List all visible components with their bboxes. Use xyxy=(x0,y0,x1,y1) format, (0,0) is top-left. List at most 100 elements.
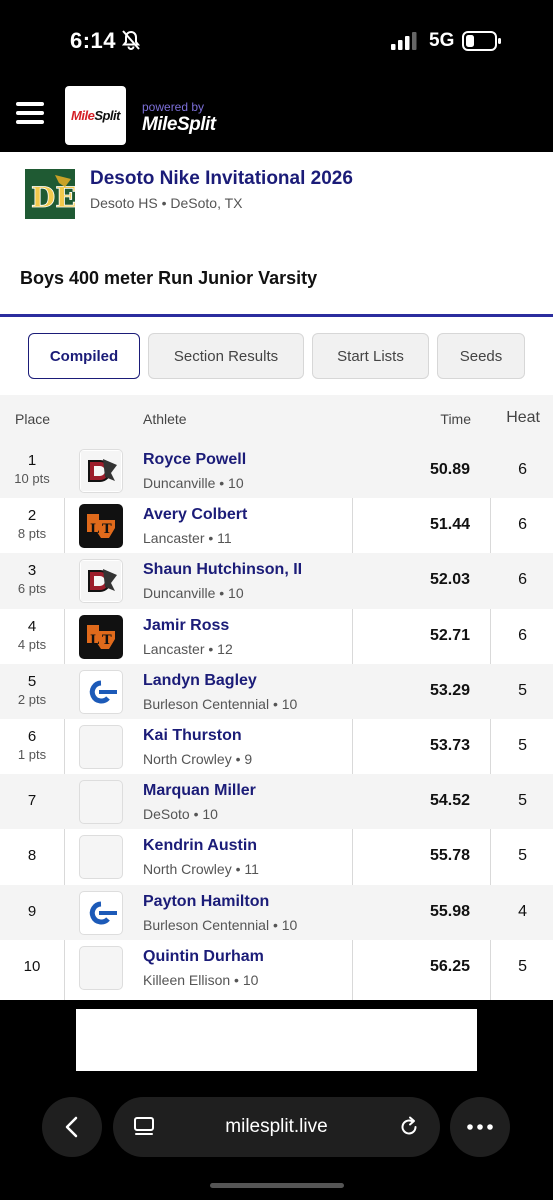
team-logo[interactable] xyxy=(79,835,123,880)
points-value: 6 pts xyxy=(17,581,47,597)
place-cell: 8 xyxy=(0,847,64,864)
athlete-name-link[interactable]: Royce Powell xyxy=(143,451,246,469)
heat-value: 6 xyxy=(518,461,527,478)
main-content: DE Desoto Nike Invitational 2026 Desoto … xyxy=(0,152,553,1000)
team-logo[interactable]: L T xyxy=(79,504,123,549)
header-place: Place xyxy=(15,411,51,427)
team-logo[interactable] xyxy=(79,945,123,990)
team-logo[interactable] xyxy=(79,724,123,769)
more-options-button[interactable] xyxy=(450,1097,510,1157)
meet-logo: DE xyxy=(25,169,75,219)
signal-icon xyxy=(391,32,417,50)
team-logo[interactable] xyxy=(79,449,123,493)
table-row[interactable]: 2 8 pts L T Avery Colbert Lancaster • 11… xyxy=(0,498,553,553)
points-value: 4 pts xyxy=(17,636,47,652)
athlete-name-link[interactable]: Quintin Durham xyxy=(143,948,264,966)
place-number: 4 xyxy=(27,617,37,635)
heat-value: 5 xyxy=(518,792,527,810)
place-cell: 9 xyxy=(0,903,64,920)
team-logo[interactable] xyxy=(79,780,123,825)
powered-by-logo: MileSplit xyxy=(142,114,216,135)
time-value: 55.98 xyxy=(429,902,470,920)
table-row[interactable]: 5 2 pts Landyn Bagley Burleson Centennia… xyxy=(0,663,553,719)
athlete-team-grade: Lancaster • 12 xyxy=(143,640,233,657)
athlete-team-grade: Lancaster • 11 xyxy=(143,530,232,547)
points-value: 10 pts xyxy=(14,471,50,486)
place-cell: 10 xyxy=(0,958,64,975)
svg-text:T: T xyxy=(102,633,112,648)
athlete-name-link[interactable]: Jamir Ross xyxy=(143,617,229,635)
heat-value: 5 xyxy=(518,736,527,754)
table-row[interactable]: 4 4 pts L T Jamir Ross Lancaster • 12 52… xyxy=(0,609,553,664)
table-row[interactable]: 3 6 pts Shaun Hutchinson, II Duncanville… xyxy=(0,553,553,609)
athlete-name-link[interactable]: Landyn Bagley xyxy=(143,672,257,690)
svg-text:DE: DE xyxy=(31,181,75,214)
hamburger-menu-icon[interactable] xyxy=(16,102,44,126)
athlete-name-link[interactable]: Payton Hamilton xyxy=(143,893,269,911)
time-value: 54.52 xyxy=(429,792,470,810)
status-time: 6:14 xyxy=(70,28,117,53)
place-cell: 6 1 pts xyxy=(0,728,64,762)
athlete-name-link[interactable]: Kendrin Austin xyxy=(143,837,257,855)
team-logo[interactable] xyxy=(79,559,123,604)
athlete-name-link[interactable]: Shaun Hutchinson, II xyxy=(143,561,302,579)
time-value: 53.29 xyxy=(429,681,470,699)
athlete-team-grade: Duncanville • 10 xyxy=(143,475,244,491)
time-value: 50.89 xyxy=(429,461,470,478)
points-value: 8 pts xyxy=(17,526,47,542)
table-row[interactable]: 8 Kendrin Austin North Crowley • 11 55.7… xyxy=(0,829,553,884)
table-row[interactable]: 10 Quintin Durham Killeen Ellison • 10 5… xyxy=(0,940,553,995)
heat-value: 6 xyxy=(518,626,527,644)
place-number: 6 xyxy=(27,727,37,745)
svg-text:L: L xyxy=(90,522,99,537)
table-row[interactable]: 9 Payton Hamilton Burleson Centennial • … xyxy=(0,884,553,940)
reload-icon[interactable] xyxy=(398,1116,420,1138)
network-type: 5G xyxy=(429,30,455,51)
header-heat[interactable]: Heat xyxy=(506,409,540,427)
athlete-name-link[interactable]: Avery Colbert xyxy=(143,506,247,524)
time-value: 52.71 xyxy=(429,626,470,644)
ad-banner[interactable] xyxy=(76,1009,477,1071)
milesplit-logo[interactable]: MileSplit xyxy=(65,86,126,145)
time-value: 53.73 xyxy=(429,736,470,754)
place-cell: 7 xyxy=(0,792,64,809)
meet-location: Desoto HS • DeSoto, TX xyxy=(90,195,243,211)
place-cell: 2 8 pts xyxy=(0,507,64,541)
place-cell: 4 4 pts xyxy=(0,618,64,652)
athlete-name-link[interactable]: Kai Thurston xyxy=(143,727,242,745)
place-cell: 1 10 pts xyxy=(0,452,64,486)
athlete-team-grade: Duncanville • 10 xyxy=(143,585,244,602)
address-bar[interactable]: milesplit.live xyxy=(113,1097,440,1157)
header-time[interactable]: Time xyxy=(440,411,471,427)
time-value: 55.78 xyxy=(429,847,470,865)
place-number: 10 xyxy=(23,957,41,975)
heat-value: 4 xyxy=(518,902,527,920)
team-logo[interactable]: L T xyxy=(79,614,123,659)
heat-value: 6 xyxy=(518,516,527,534)
back-button[interactable] xyxy=(42,1097,102,1157)
athlete-name-link[interactable]: Marquan Miller xyxy=(143,782,256,800)
place-number: 2 xyxy=(27,507,37,525)
table-row[interactable]: 7 Marquan Miller DeSoto • 10 54.52 5 xyxy=(0,774,553,830)
bell-muted-icon xyxy=(122,30,140,50)
place-number: 7 xyxy=(27,792,37,810)
time-value: 52.03 xyxy=(429,571,470,589)
team-logo[interactable] xyxy=(79,669,123,714)
more-dots-icon xyxy=(467,1124,493,1130)
tab-start-lists[interactable]: Start Lists xyxy=(312,333,429,379)
tab-section-results[interactable]: Section Results xyxy=(148,333,304,379)
table-row[interactable]: 1 10 pts Royce Powell Duncanville • 10 5… xyxy=(0,443,553,499)
status-bar: 6:14 5G xyxy=(0,0,553,80)
table-row[interactable]: 6 1 pts Kai Thurston North Crowley • 9 5… xyxy=(0,719,553,774)
meet-title-link[interactable]: Desoto Nike Invitational 2026 xyxy=(90,168,353,190)
tab-compiled[interactable]: Compiled xyxy=(28,333,140,379)
points-value: 2 pts xyxy=(17,691,47,707)
tab-seeds[interactable]: Seeds xyxy=(437,333,525,379)
table-header: Place Athlete Time Heat xyxy=(0,395,553,443)
header-athlete: Athlete xyxy=(143,411,187,427)
heat-value: 5 xyxy=(518,847,527,865)
team-logo[interactable] xyxy=(79,890,123,935)
home-indicator xyxy=(210,1183,344,1188)
svg-text:T: T xyxy=(102,522,112,537)
battery-icon xyxy=(462,31,501,51)
